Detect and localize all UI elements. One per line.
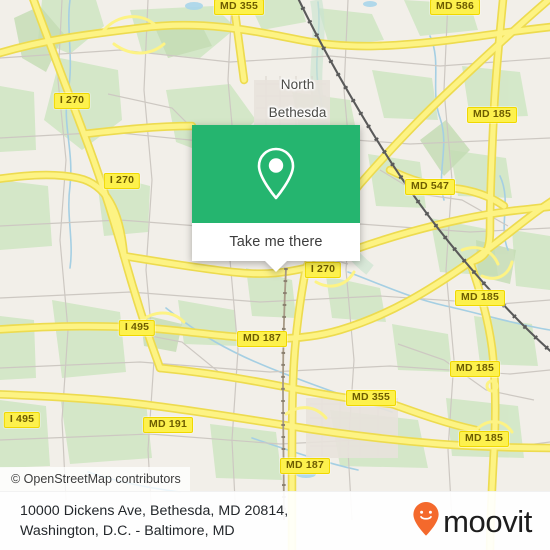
road-shield-i-495-upper[interactable]: I 495: [118, 320, 156, 336]
popup-action-bar[interactable]: Take me there: [192, 223, 360, 261]
road-shield-i-270-upper[interactable]: I 270: [53, 93, 91, 109]
road-shield-md-586[interactable]: MD 586: [430, 0, 480, 15]
road-shield-md-185-mid[interactable]: MD 185: [455, 290, 505, 306]
osm-attribution[interactable]: © OpenStreetMap contributors: [0, 467, 190, 492]
road-shield-md-187-bottom[interactable]: MD 187: [280, 458, 330, 474]
road-shield-i-270-mid[interactable]: I 270: [103, 173, 141, 189]
road-shield-md-191[interactable]: MD 191: [143, 417, 193, 433]
road-shield-i-270-lower[interactable]: I 270: [304, 262, 342, 278]
popup-image-panel: [192, 125, 360, 223]
address-block: 10000 Dickens Ave, Bethesda, MD 20814, W…: [20, 501, 288, 541]
address-line-2: Washington, D.C. - Baltimore, MD: [20, 523, 235, 539]
address-line-1: 10000 Dickens Ave, Bethesda, MD 20814,: [20, 503, 289, 519]
road-shield-md-547[interactable]: MD 547: [405, 179, 455, 195]
osm-attribution-text: © OpenStreetMap contributors: [11, 472, 181, 486]
bottom-info-bar: 10000 Dickens Ave, Bethesda, MD 20814, W…: [0, 491, 550, 550]
moovit-pin-smile-icon: [412, 501, 440, 542]
map-pin-icon: [254, 146, 298, 202]
take-me-there-label: Take me there: [229, 234, 323, 250]
road-shield-md-185-bottom[interactable]: MD 185: [459, 431, 509, 447]
road-shield-md-355-north[interactable]: MD 355: [214, 0, 264, 15]
moovit-brand[interactable]: moovit: [412, 501, 532, 542]
moovit-wordmark: moovit: [443, 503, 532, 539]
road-shield-md-185-lower[interactable]: MD 185: [450, 361, 500, 377]
road-shield-md-187-mid[interactable]: MD 187: [237, 331, 287, 347]
moovit-map-screenshot: North Bethesda MD 355 MD 586 I 270 MD 18…: [0, 0, 550, 550]
road-shield-md-355-south[interactable]: MD 355: [346, 390, 396, 406]
map-canvas[interactable]: North Bethesda MD 355 MD 586 I 270 MD 18…: [0, 0, 550, 550]
road-shield-md-185-upper[interactable]: MD 185: [467, 107, 517, 123]
road-shield-i-495-lower[interactable]: I 495: [3, 412, 41, 428]
popup-pointer-tail: [265, 261, 287, 272]
location-popup-card[interactable]: Take me there: [192, 125, 360, 272]
